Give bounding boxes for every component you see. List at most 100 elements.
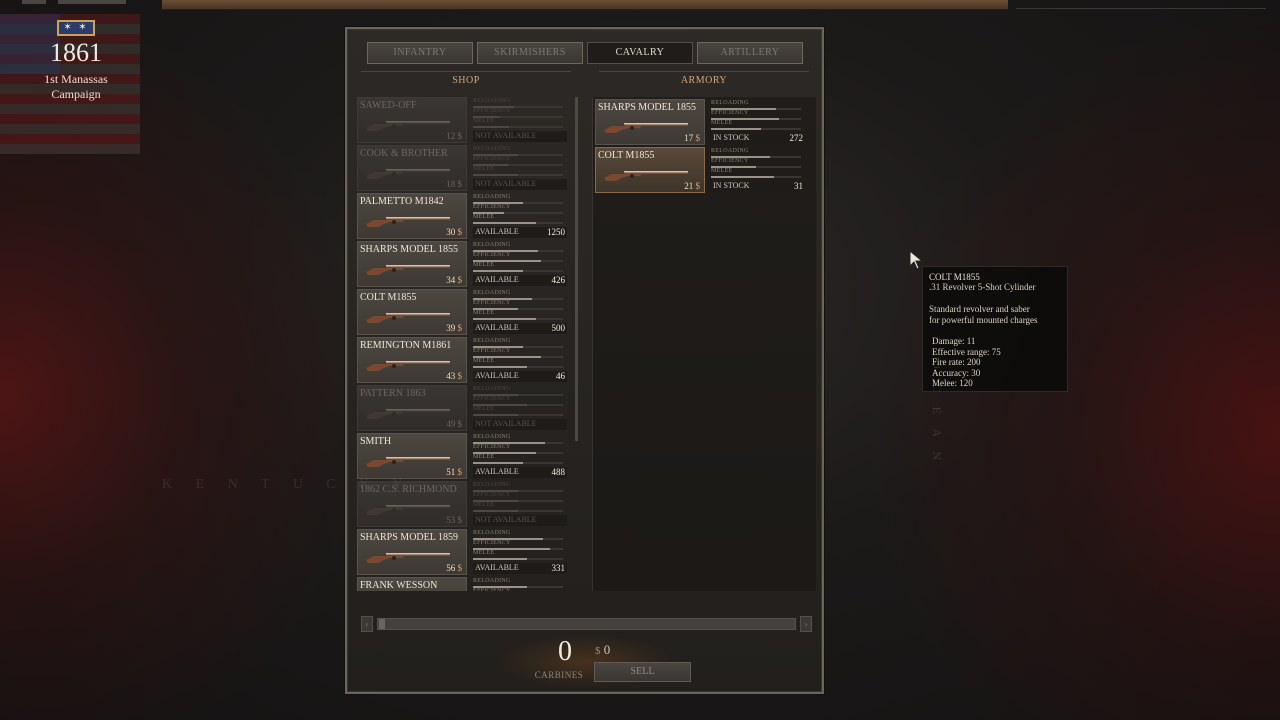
shop-list: SAWED-OFF 12 $ RELOADING EFFICIENCY MELEE NOT… xyxy=(357,97,569,591)
weapon-card[interactable]: COLT M1855 39 $ xyxy=(357,289,467,335)
weapon-name: SHARPS MODEL 1855 xyxy=(598,102,696,113)
stat-row: EFFICIENCY xyxy=(471,300,565,310)
stat-row: RELOADING xyxy=(471,290,565,300)
stat-row: MELEE xyxy=(471,454,565,464)
price-value: 18 xyxy=(446,179,456,189)
stat-bar-fill xyxy=(473,270,523,272)
weapon-card[interactable]: PALMETTO M1842 30 $ xyxy=(357,193,467,239)
tab-cavalry[interactable]: CAVALRY xyxy=(587,42,693,64)
shop-item[interactable]: SHARPS MODEL 1859 56 $ RELOADING EFFICIENCY… xyxy=(357,529,569,575)
stat-bar-fill xyxy=(473,558,527,560)
stat-row: EFFICIENCY xyxy=(709,158,803,168)
armory-items: SHARPS MODEL 1855 17 $ RELOADING EFFICIENCY… xyxy=(595,99,807,195)
availability-count: 488 xyxy=(551,467,566,477)
slider-left-arrow-icon[interactable]: ‹ xyxy=(361,616,373,632)
price-value: 43 xyxy=(446,371,456,381)
tooltip-stat-melee: Melee: 120 xyxy=(932,378,973,388)
tooltip-weapon-name: COLT M1855 xyxy=(929,272,980,282)
shop-item[interactable]: REMINGTON M1861 43 $ RELOADING EFFICIENCY ME… xyxy=(357,337,569,383)
weapon-stats: RELOADING EFFICIENCY MELEE IN STOCK 272 xyxy=(709,99,805,145)
stat-bar xyxy=(473,270,563,272)
weapon-price: 34 $ xyxy=(446,275,462,285)
top-right-divider xyxy=(1016,8,1266,9)
stat-label: RELOADING xyxy=(473,194,511,200)
availability-status: IN STOCK xyxy=(713,133,750,142)
stat-label: MELEE xyxy=(473,262,495,268)
top-menu-button[interactable] xyxy=(22,0,46,4)
currency-symbol: $ xyxy=(457,563,463,573)
shop-item[interactable]: SAWED-OFF 12 $ RELOADING EFFICIENCY MELEE NOT… xyxy=(357,97,569,143)
shop-item[interactable]: COOK & BROTHER 18 $ RELOADING EFFICIENCY MEL… xyxy=(357,145,569,191)
rifle-icon xyxy=(602,168,692,182)
weapon-stats: RELOADING EFFICIENCY MELEE NOT AVAILABLE xyxy=(471,97,567,143)
slider-right-arrow-icon[interactable]: › xyxy=(800,616,812,632)
stat-label: MELEE xyxy=(473,502,495,508)
weapon-card[interactable]: SMITH 51 $ xyxy=(357,433,467,479)
stat-row: MELEE xyxy=(471,166,565,176)
quantity-slider[interactable]: ‹ › xyxy=(361,616,812,632)
shop-item[interactable]: PALMETTO M1842 30 $ RELOADING EFFICIENCY MEL… xyxy=(357,193,569,239)
shop-scrollbar[interactable] xyxy=(575,97,578,441)
stat-bar-fill xyxy=(473,366,527,368)
stat-label: EFFICIENCY xyxy=(473,396,511,402)
weapon-card[interactable]: REMINGTON M1861 43 $ xyxy=(357,337,467,383)
transaction-amount: 0 xyxy=(603,642,611,657)
availability-status: IN STOCK xyxy=(713,181,750,190)
weapon-card[interactable]: PATTERN 1863 49 $ xyxy=(357,385,467,431)
availability-status: AVAILABLE xyxy=(475,323,519,332)
currency-symbol: $ xyxy=(457,515,463,525)
weapon-card[interactable]: SHARPS MODEL 1859 56 $ xyxy=(357,529,467,575)
availability-count: 1250 xyxy=(547,227,565,237)
stat-label: RELOADING xyxy=(473,434,511,440)
stat-label: MELEE xyxy=(711,120,733,126)
stat-row: RELOADING xyxy=(471,578,565,588)
stat-row: EFFICIENCY xyxy=(471,492,565,502)
top-menu-button-wide[interactable] xyxy=(58,0,126,4)
weapon-card[interactable]: SAWED-OFF 12 $ xyxy=(357,97,467,143)
shop-item[interactable]: COLT M1855 39 $ RELOADING EFFICIENCY MELEE AV… xyxy=(357,289,569,335)
tab-infantry[interactable]: INFANTRY xyxy=(367,42,473,64)
weapon-name: COLT M1855 xyxy=(360,292,417,303)
weapon-price: 18 $ xyxy=(446,179,462,189)
stat-row: MELEE xyxy=(471,214,565,224)
price-value: 39 xyxy=(446,323,456,333)
weapon-card[interactable]: COOK & BROTHER 18 $ xyxy=(357,145,467,191)
stat-label: MELEE xyxy=(473,118,495,124)
campaign-year: 1861 xyxy=(50,38,102,67)
shop-divider xyxy=(361,71,571,72)
shop-item[interactable]: PATTERN 1863 49 $ RELOADING EFFICIENCY MELEE… xyxy=(357,385,569,431)
tooltip-stat-accuracy: Accuracy: 30 xyxy=(932,367,981,378)
currency-symbol: $ xyxy=(695,133,701,143)
weapon-name: PALMETTO M1842 xyxy=(360,196,444,207)
stat-label: RELOADING xyxy=(473,578,511,584)
slider-thumb[interactable] xyxy=(379,619,385,629)
stat-label: EFFICIENCY xyxy=(473,444,511,450)
tooltip-desc-line: Standard revolver and saber xyxy=(929,304,1030,314)
tab-skirmishers[interactable]: SKIRMISHERS xyxy=(477,42,583,64)
availability-status: NOT AVAILABLE xyxy=(475,419,537,428)
sell-button[interactable]: SELL xyxy=(594,662,691,682)
stat-bar xyxy=(711,176,801,178)
weapon-card[interactable]: SHARPS MODEL 1855 34 $ xyxy=(357,241,467,287)
weapon-card[interactable]: SHARPS MODEL 1855 17 $ xyxy=(595,99,705,145)
weapon-card[interactable]: COLT M1855 21 $ xyxy=(595,147,705,193)
availability-count: 46 xyxy=(556,371,565,381)
weapon-card[interactable]: FRANK WESSON xyxy=(357,577,467,591)
stat-row: MELEE xyxy=(471,118,565,128)
weapon-name: FRANK WESSON xyxy=(360,580,438,591)
stat-row: RELOADING xyxy=(471,194,565,204)
stat-label: RELOADING xyxy=(473,242,511,248)
shop-item[interactable]: FRANK WESSONRELOADINGEFFICIENCYMELEE xyxy=(357,577,569,591)
stat-row: EFFICIENCY xyxy=(471,396,565,406)
shop-item[interactable]: SHARPS MODEL 1855 34 $ RELOADING EFFICIENCY… xyxy=(357,241,569,287)
rifle-icon xyxy=(364,406,454,420)
armory-item[interactable]: SHARPS MODEL 1855 17 $ RELOADING EFFICIENCY… xyxy=(595,99,807,145)
tooltip-desc-line: for powerful mounted charges xyxy=(929,315,1038,325)
armory-item[interactable]: COLT M1855 21 $ RELOADING EFFICIENCY MELEE IN… xyxy=(595,147,807,193)
slider-track[interactable] xyxy=(377,618,796,630)
shop-item[interactable]: SMITH 51 $ RELOADING EFFICIENCY MELEE AVAILAB… xyxy=(357,433,569,479)
stat-bar-fill xyxy=(473,222,536,224)
currency-symbol: $ xyxy=(595,645,601,657)
weapon-stats: RELOADING EFFICIENCY MELEE AVAILABLE 488 xyxy=(471,433,567,479)
tab-artillery[interactable]: ARTILLERY xyxy=(697,42,803,64)
